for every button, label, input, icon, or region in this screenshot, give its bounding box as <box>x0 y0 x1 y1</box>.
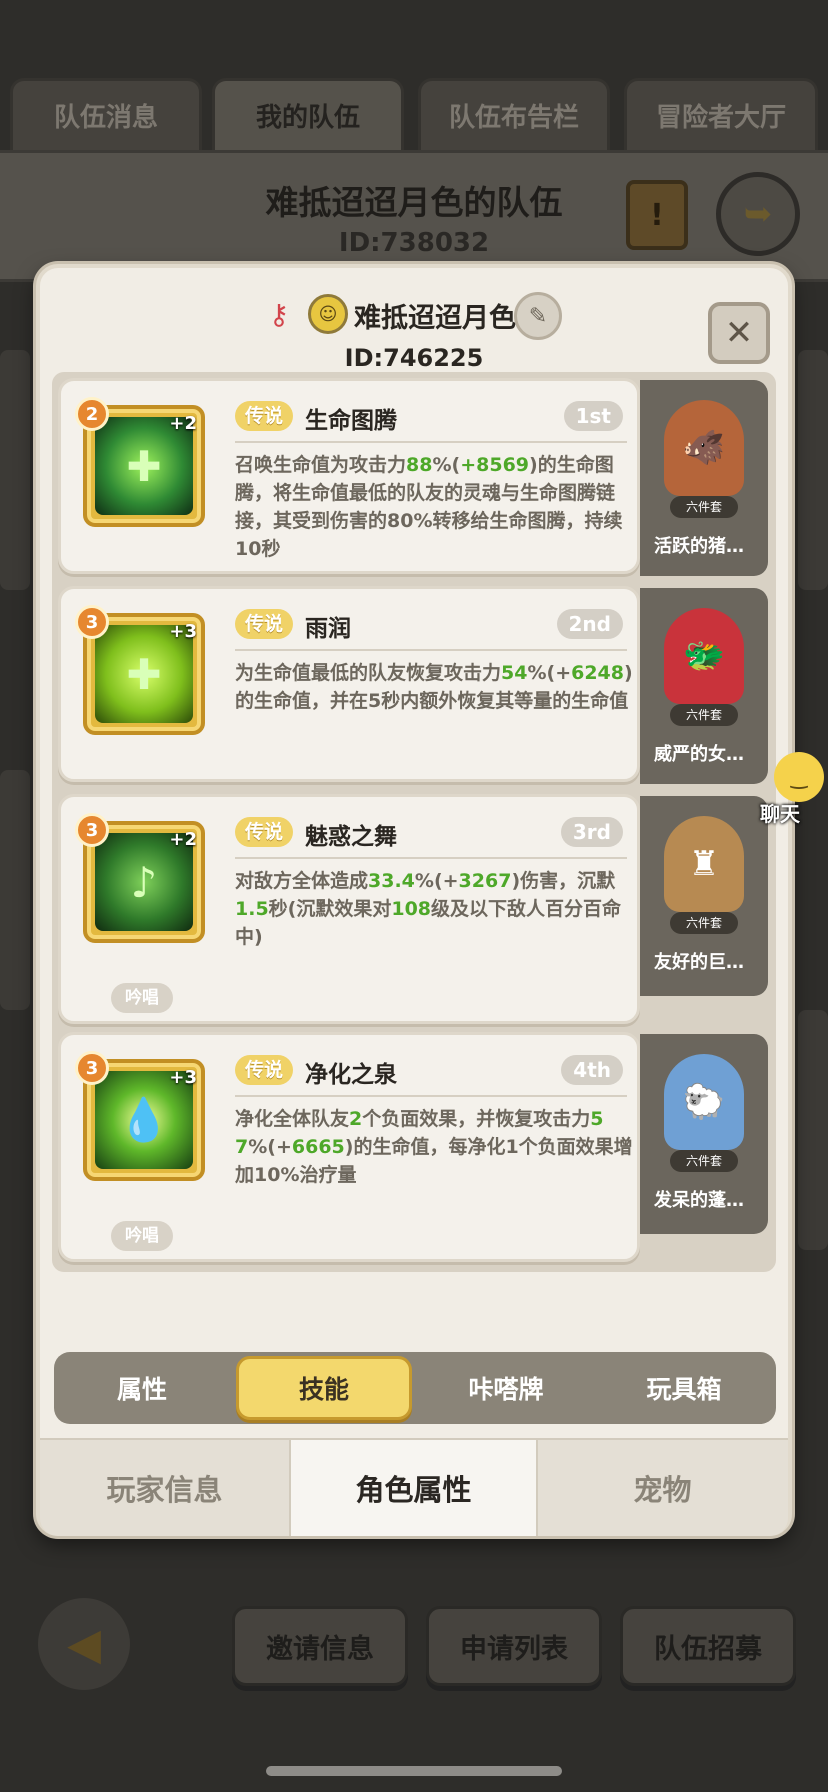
skill-card[interactable]: ✚ 3 +3 传说 雨润 2nd 为生命值最低的队友恢复攻击力54%(+6248… <box>58 586 640 782</box>
top-tab-bar: 队伍消息 我的队伍 队伍布告栏 冒险者大厅 <box>10 78 818 150</box>
tab-team-messages[interactable]: 队伍消息 <box>10 78 202 150</box>
pet-name: 威严的女… <box>654 744 744 765</box>
rarity-badge: 传说 <box>235 1055 294 1085</box>
skill-icon-frame: 💧 3 +3 <box>75 1051 205 1181</box>
skill-level-badge: 3 <box>75 813 109 847</box>
skill-description: 为生命值最低的队友恢复攻击力54%(+6248)的生命值，并在5秒内额外恢复其等… <box>235 662 633 712</box>
divider <box>235 441 627 443</box>
chat-face-icon: ‿ <box>774 752 824 802</box>
rank-badge: 4th <box>561 1055 623 1085</box>
set-tag: 六件套 <box>670 496 738 518</box>
back-arrow-icon[interactable]: ◀ <box>38 1598 130 1690</box>
rank-badge: 2nd <box>556 609 623 639</box>
skill-level-badge: 3 <box>75 1051 109 1085</box>
side-strip <box>798 1010 828 1250</box>
side-strip <box>0 770 30 1010</box>
divider <box>235 649 627 651</box>
pet-name: 友好的巨… <box>654 952 744 973</box>
skill-icon-frame: ♪ 3 +2 <box>75 813 205 943</box>
skill-icon-frame: ✚ 2 +2 <box>75 397 205 527</box>
tab-player-info[interactable]: 玩家信息 <box>40 1440 289 1536</box>
chant-badge: 吟唱 <box>111 983 173 1013</box>
side-strip <box>0 350 30 590</box>
set-tag: 六件套 <box>670 1150 738 1172</box>
skill-description: 召唤生命值为攻击力88%(+8569)的生命图腾，将生命值最低的队友的灵魂与生命… <box>235 454 623 560</box>
tab-my-team[interactable]: 我的队伍 <box>212 78 404 150</box>
pet-slot[interactable]: 🐑 六件套 发呆的蓬… <box>640 1034 768 1234</box>
skill-description: 净化全体队友2个负面效果，并恢复攻击力57%(+6665)的生命值，每净化1个负… <box>235 1108 633 1186</box>
skill-name: 魅惑之舞 <box>305 824 397 850</box>
set-tag: 六件套 <box>670 704 738 726</box>
close-icon[interactable]: ✕ <box>708 302 770 364</box>
player-id: ID:746225 <box>344 344 484 372</box>
tab-card[interactable]: 咔嗒牌 <box>418 1352 594 1424</box>
skill-plus: +2 <box>169 413 197 434</box>
chant-badge: 吟唱 <box>111 1221 173 1251</box>
divider <box>235 857 627 859</box>
rank-badge: 1st <box>563 401 623 431</box>
pet-name: 活跃的猪… <box>654 536 744 557</box>
skill-name: 雨润 <box>305 616 351 642</box>
set-tag: 六件套 <box>670 912 738 934</box>
skill-card[interactable]: 💧 3 +3 传说 净化之泉 4th 净化全体队友2个负面效果，并恢复攻击力57… <box>58 1032 640 1262</box>
apply-list-button[interactable]: 申请列表 <box>426 1606 602 1686</box>
scroll-icon[interactable]: ! <box>626 180 688 250</box>
share-icon[interactable]: ➥ <box>716 172 800 256</box>
pet-boar-icon: 🐗 <box>664 400 744 496</box>
pet-slot[interactable]: ♜ 六件套 友好的巨… <box>640 796 768 996</box>
skill-level-badge: 3 <box>75 605 109 639</box>
team-recruit-button[interactable]: 队伍招募 <box>620 1606 796 1686</box>
tab-skills[interactable]: 技能 <box>236 1356 412 1420</box>
main-tab-bar: 玩家信息 角色属性 宠物 <box>40 1438 788 1536</box>
sub-tab-bar: 属性 技能 咔嗒牌 玩具箱 <box>54 1352 776 1424</box>
tab-pets[interactable]: 宠物 <box>538 1440 787 1536</box>
skill-plus: +3 <box>169 621 197 642</box>
team-id: ID:738032 <box>338 228 490 258</box>
skill-card[interactable]: ♪ 3 +2 传说 魅惑之舞 3rd 对敌方全体造成33.4%(+3267)伤害… <box>58 794 640 1024</box>
skill-name: 净化之泉 <box>305 1062 397 1088</box>
tab-character-attributes[interactable]: 角色属性 <box>289 1440 538 1536</box>
tab-attributes[interactable]: 属性 <box>54 1352 230 1424</box>
rank-badge: 3rd <box>560 817 623 847</box>
tab-toybox[interactable]: 玩具箱 <box>596 1352 772 1424</box>
skill-level-badge: 2 <box>75 397 109 431</box>
pet-name: 发呆的蓬… <box>654 1190 744 1211</box>
pet-golem-icon: ♜ <box>664 816 744 912</box>
pet-slot[interactable]: 🐲 六件套 威严的女… <box>640 588 768 784</box>
tab-adventurer-hall[interactable]: 冒险者大厅 <box>624 78 818 150</box>
side-strip <box>798 350 828 590</box>
team-name: 难抵迢迢月色的队伍 <box>265 183 563 222</box>
tab-team-board[interactable]: 队伍布告栏 <box>418 78 610 150</box>
rarity-badge: 传说 <box>235 817 294 847</box>
invite-info-button[interactable]: 邀请信息 <box>232 1606 408 1686</box>
rarity-badge: 传说 <box>235 401 294 431</box>
skill-description: 对敌方全体造成33.4%(+3267)伤害，沉默1.5秒(沉默效果对108级及以… <box>235 870 622 948</box>
player-name: 难抵迢迢月色 <box>354 303 516 334</box>
pet-dragon-icon: 🐲 <box>664 608 744 704</box>
home-indicator <box>266 1766 562 1776</box>
rarity-badge: 传说 <box>235 609 294 639</box>
skill-card[interactable]: ✚ 2 +2 传说 生命图腾 1st 召唤生命值为攻击力88%(+8569)的生… <box>58 378 640 574</box>
skill-icon-frame: ✚ 3 +3 <box>75 605 205 735</box>
chat-label: 聊天 <box>760 802 800 826</box>
skill-plus: +2 <box>169 829 197 850</box>
skill-name: 生命图腾 <box>305 408 397 434</box>
pet-sheep-icon: 🐑 <box>664 1054 744 1150</box>
skill-list: ✚ 2 +2 传说 生命图腾 1st 召唤生命值为攻击力88%(+8569)的生… <box>52 372 776 1272</box>
chat-float-button[interactable]: ‿ 聊天 <box>756 752 828 826</box>
pet-slot[interactable]: 🐗 六件套 活跃的猪… <box>640 380 768 576</box>
avatar[interactable]: ☺ <box>308 294 348 334</box>
edit-icon[interactable]: ✎ <box>514 292 562 340</box>
skill-plus: +3 <box>169 1067 197 1088</box>
divider <box>235 1095 627 1097</box>
player-detail-modal: ⚷ ☺ 难抵迢迢月色 ✎ ID:746225 ✕ ✚ 2 +2 传说 生命图腾 … <box>36 264 792 1536</box>
key-icon: ⚷ <box>268 298 290 331</box>
modal-header: ⚷ ☺ 难抵迢迢月色 ✎ ID:746225 ✕ <box>40 282 788 372</box>
